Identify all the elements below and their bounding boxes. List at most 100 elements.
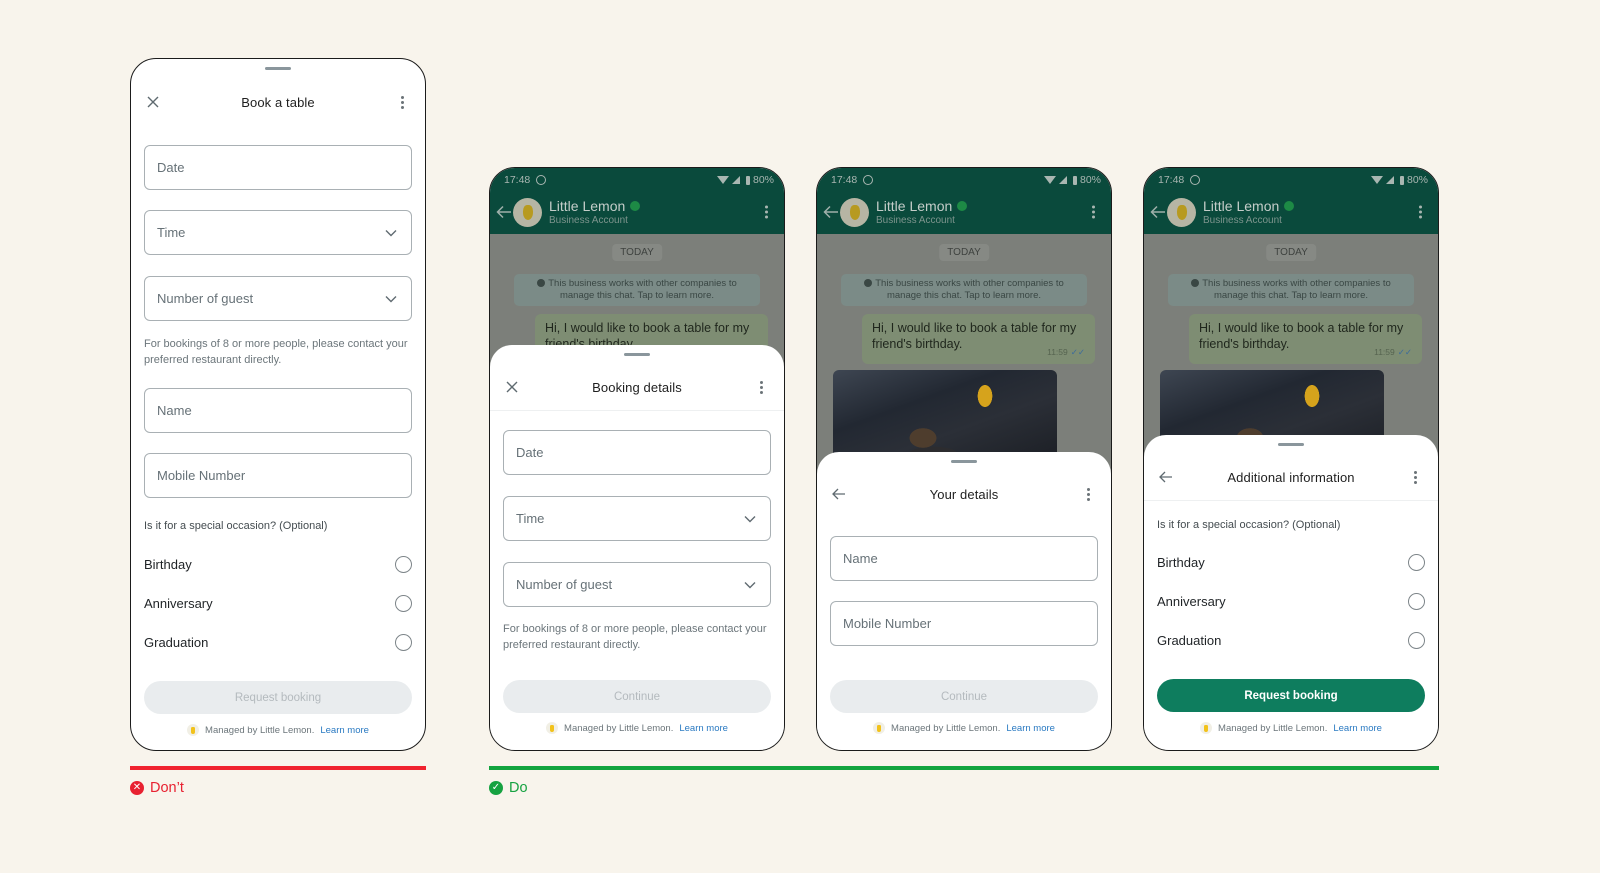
managed-by-footer: Managed by Little Lemon. Learn more <box>131 724 425 736</box>
guests-select[interactable]: Number of guest <box>144 276 412 321</box>
business-name: Little Lemon <box>876 198 968 214</box>
read-ticks-icon: ✓✓ <box>1397 347 1412 357</box>
learn-more-link[interactable]: Learn more <box>320 725 369 736</box>
system-notice[interactable]: This business works with other companies… <box>1168 274 1414 306</box>
dont-label: ✕ Don’t <box>130 780 184 796</box>
business-avatar[interactable] <box>840 197 869 227</box>
learn-more-link[interactable]: Learn more <box>1333 723 1382 734</box>
occasion-question: Is it for a special occasion? (Optional) <box>144 520 328 532</box>
radio-button[interactable] <box>395 555 412 573</box>
dont-example-phone: Book a table Date Time Number of guest F… <box>130 58 426 751</box>
date-field[interactable]: Date <box>503 430 771 475</box>
continue-button[interactable]: Continue <box>830 680 1098 713</box>
mobile-field[interactable]: Mobile Number <box>830 601 1098 646</box>
back-button[interactable] <box>831 486 847 502</box>
guests-select[interactable]: Number of guest <box>503 562 771 607</box>
back-arrow-icon[interactable] <box>823 205 839 219</box>
clock: 17:48 <box>504 174 531 186</box>
mobile-field[interactable]: Mobile Number <box>144 453 412 498</box>
name-placeholder: Name <box>843 551 878 566</box>
more-vert-icon <box>1086 487 1090 491</box>
time-select[interactable]: Time <box>144 210 412 255</box>
more-options-button[interactable] <box>756 379 766 395</box>
radio-button[interactable] <box>395 633 412 651</box>
sheet-drag-handle[interactable] <box>624 353 650 356</box>
date-field[interactable]: Date <box>144 145 412 190</box>
back-arrow-icon[interactable] <box>496 205 512 219</box>
close-button[interactable] <box>145 94 161 110</box>
request-booking-button[interactable]: Request booking <box>1157 679 1425 712</box>
managed-text: Managed by Little Lemon. <box>891 722 1001 734</box>
occasion-option-graduation[interactable]: Graduation <box>144 630 412 654</box>
sheet-drag-handle[interactable] <box>1278 443 1304 446</box>
chat-header: 17:48 80% Little Lemon Business Account <box>1144 168 1438 234</box>
occasion-option-anniversary[interactable]: Anniversary <box>1157 589 1425 613</box>
lemon-logo-icon <box>873 722 886 734</box>
date-divider: TODAY <box>612 244 662 261</box>
back-arrow-icon[interactable] <box>1150 205 1166 219</box>
restaurant-photo[interactable] <box>833 370 1057 465</box>
system-notice[interactable]: This business works with other companies… <box>841 274 1087 306</box>
chat-menu-button[interactable] <box>1419 205 1422 219</box>
guests-helper-text: For bookings of 8 or more people, please… <box>503 623 767 651</box>
more-vert-icon <box>759 380 763 384</box>
info-icon <box>1191 279 1200 287</box>
sheet-title: Your details <box>929 486 999 502</box>
managed-by-footer: Managed by Little Lemon. Learn more <box>817 722 1111 734</box>
continue-button[interactable]: Continue <box>503 680 771 713</box>
system-notice[interactable]: This business works with other companies… <box>514 274 760 306</box>
header-divider <box>490 410 784 411</box>
business-avatar[interactable] <box>513 197 542 227</box>
header-divider <box>1144 500 1438 501</box>
guests-placeholder: Number of guest <box>157 291 254 306</box>
chevron-down-icon <box>385 229 397 236</box>
do-step3-phone: 17:48 80% Little Lemon Business Account … <box>1143 167 1439 751</box>
time-select[interactable]: Time <box>503 496 771 541</box>
more-options-button[interactable] <box>1083 486 1093 502</box>
chevron-down-icon <box>385 295 397 302</box>
occasion-question: Is it for a special occasion? (Optional) <box>1157 519 1341 531</box>
booking-details-sheet: Booking details Date Time Number of gues… <box>490 345 784 750</box>
sheet-header: Your details <box>817 474 1111 514</box>
verified-badge-icon <box>1284 201 1295 211</box>
chat-menu-button[interactable] <box>765 205 768 219</box>
chat-menu-button[interactable] <box>1092 205 1095 219</box>
option-label: Graduation <box>1157 632 1222 648</box>
occasion-option-birthday[interactable]: Birthday <box>144 552 412 576</box>
learn-more-link[interactable]: Learn more <box>1006 723 1055 734</box>
dont-indicator-bar <box>130 766 426 770</box>
signal-icon <box>1058 176 1067 184</box>
learn-more-link[interactable]: Learn more <box>679 723 728 734</box>
do-step2-phone: 17:48 80% Little Lemon Business Account … <box>816 167 1112 751</box>
occasion-option-birthday[interactable]: Birthday <box>1157 550 1425 574</box>
date-placeholder: Date <box>516 445 544 460</box>
occasion-option-anniversary[interactable]: Anniversary <box>144 591 412 615</box>
managed-text: Managed by Little Lemon. <box>1218 722 1328 734</box>
whatsapp-icon <box>1190 175 1201 185</box>
guests-placeholder: Number of guest <box>516 577 613 592</box>
battery-icon <box>745 175 750 185</box>
managed-text: Managed by Little Lemon. <box>564 722 674 734</box>
more-options-button[interactable] <box>397 94 407 110</box>
sheet-drag-handle[interactable] <box>265 67 291 70</box>
chat-header: 17:48 80% Little Lemon Business Account <box>817 168 1111 234</box>
back-button[interactable] <box>1158 469 1174 485</box>
occasion-option-graduation[interactable]: Graduation <box>1157 628 1425 652</box>
status-bar: 17:48 80% <box>831 173 1101 187</box>
business-avatar[interactable] <box>1167 197 1196 227</box>
close-button[interactable] <box>504 379 520 395</box>
radio-button[interactable] <box>1408 553 1425 571</box>
radio-button[interactable] <box>395 594 412 612</box>
chevron-down-icon <box>744 515 756 522</box>
more-vert-icon <box>400 95 404 99</box>
battery-icon <box>1399 175 1404 185</box>
request-booking-button[interactable]: Request booking <box>144 681 412 714</box>
name-field[interactable]: Name <box>830 536 1098 581</box>
time-placeholder: Time <box>157 225 186 240</box>
more-options-button[interactable] <box>1410 469 1420 485</box>
name-field[interactable]: Name <box>144 388 412 433</box>
radio-button[interactable] <box>1408 631 1425 649</box>
more-vert-icon <box>1413 470 1417 474</box>
radio-button[interactable] <box>1408 592 1425 610</box>
sheet-drag-handle[interactable] <box>951 460 977 463</box>
